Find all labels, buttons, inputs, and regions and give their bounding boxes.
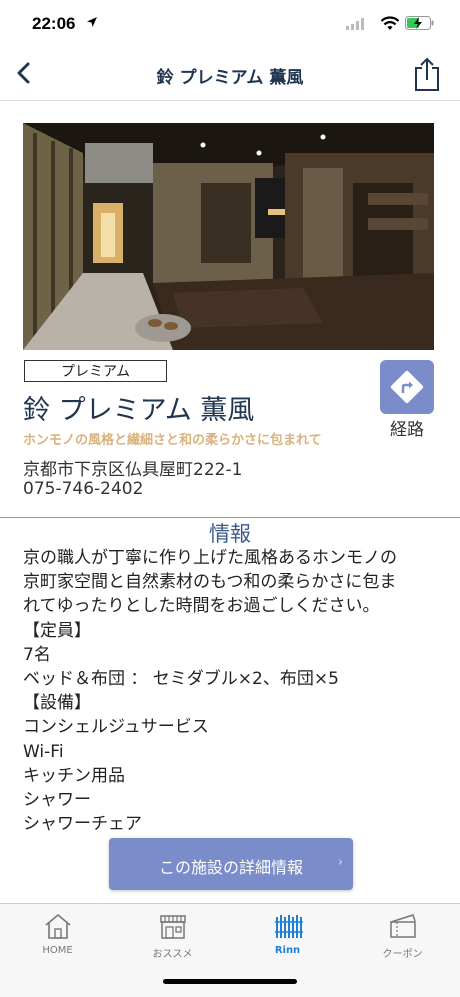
route-button[interactable] xyxy=(380,360,434,414)
info-line: 京町家空間と自然素材のもつ和の柔らかさに包ま xyxy=(23,572,397,593)
tab-recommend[interactable]: おススメ xyxy=(115,904,230,964)
home-icon xyxy=(45,913,71,939)
facility-tagline: ホンモノの風格と繊細さと和の柔らかさに包まれて xyxy=(23,433,322,448)
home-indicator xyxy=(163,979,297,984)
info-line: 【設備】 xyxy=(23,693,91,714)
info-line: コンシェルジュサービス xyxy=(23,717,209,738)
facility-detail-label: この施設の詳細情報 xyxy=(158,858,303,877)
tab-coupon-label: クーポン xyxy=(382,949,423,960)
tab-home-label: HOME xyxy=(42,945,73,956)
tab-recommend-label: おススメ xyxy=(152,949,193,960)
page-title: 鈴 プレミアム 薫風 xyxy=(156,68,304,88)
chevron-right-icon: › xyxy=(337,855,343,870)
info-line: 7名 xyxy=(23,644,51,665)
info-heading: 情報 xyxy=(209,522,251,546)
signal-icon xyxy=(346,18,364,30)
tab-rinn[interactable]: Rinn xyxy=(230,904,345,964)
info-line: 【定員】 xyxy=(23,620,91,641)
info-line: シャワーチェア xyxy=(23,814,142,835)
fence-icon xyxy=(275,915,303,938)
navigation-bar: 鈴 プレミアム 薫風 xyxy=(0,48,460,101)
location-arrow-icon xyxy=(87,17,97,27)
status-bar: 22:06 xyxy=(0,0,460,48)
share-icon[interactable] xyxy=(412,56,442,92)
coupon-icon xyxy=(390,914,416,938)
info-line: シャワー xyxy=(23,790,91,811)
category-badge: プレミアム xyxy=(24,360,167,382)
info-line: 京の職人が丁寧に作り上げた風格あるホンモノの xyxy=(23,548,397,568)
facility-phone[interactable]: 075-746-2402 xyxy=(23,479,143,499)
route-label: 経路 xyxy=(390,420,424,440)
status-time: 22:06 xyxy=(32,14,76,33)
info-line: れてゆったりとした時間をお過ごしください。 xyxy=(23,596,380,617)
facility-name: 鈴 プレミアム 薫風 xyxy=(23,395,255,426)
info-line: キッチン用品 xyxy=(23,765,125,786)
facility-address: 京都市下京区仏具屋町222-1 xyxy=(23,460,243,480)
back-chevron-icon[interactable] xyxy=(10,58,40,88)
shop-icon xyxy=(160,915,186,939)
tab-rinn-label: Rinn xyxy=(274,945,301,956)
directions-icon xyxy=(390,370,424,404)
facility-detail-button[interactable]: この施設の詳細情報 › xyxy=(109,838,353,890)
tab-coupon[interactable]: クーポン xyxy=(345,904,460,964)
info-line: Wi-Fi xyxy=(23,741,64,762)
tab-home[interactable]: HOME xyxy=(0,904,115,964)
wifi-icon xyxy=(380,16,400,30)
info-body: 京の職人が丁寧に作り上げた風格あるホンモノの 京町家空間と自然素材のもつ和の柔ら… xyxy=(23,546,443,836)
facility-photo xyxy=(23,123,434,350)
info-line: ベッド＆布団 ： セミダブル×2、布団×5 xyxy=(23,669,339,690)
battery-charging-icon xyxy=(405,16,434,30)
